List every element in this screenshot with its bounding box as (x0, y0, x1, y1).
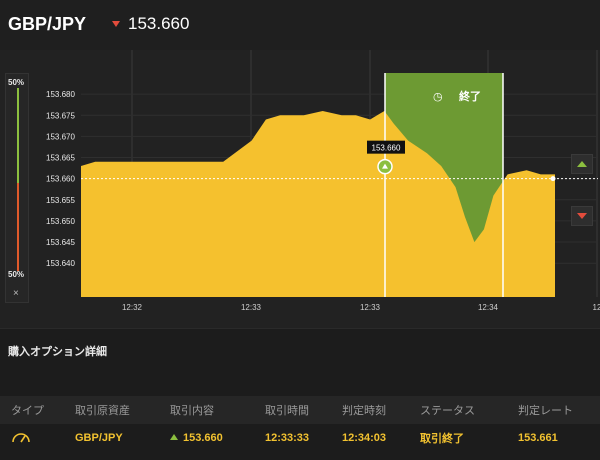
header-bar: GBP/JPY 153.660 (0, 0, 600, 50)
y-axis-labels: 153.680 153.675 153.670 153.665 153.660 153.6… (46, 90, 75, 268)
y-tick-label: 153.670 (46, 132, 75, 141)
section-header: 購入オプション詳細 (0, 328, 600, 368)
table-header-row: タイプ 取引原資産 取引内容 取引時間 判定時刻 ステータス 判定レート (0, 396, 600, 424)
row-status: 取引終了 (420, 433, 464, 445)
table-row[interactable]: GBP/JPY 153.660 12:33:33 12:34:03 取引終了 1… (0, 424, 600, 452)
row-judge-time: 12:34:03 (342, 432, 387, 444)
currency-pair-title: GBP/JPY (8, 14, 87, 34)
row-content: 153.660 (170, 432, 223, 444)
x-axis-labels: 12:32 12:33 12:33 12:34 12 (122, 303, 600, 312)
price-chart: 153.680 153.675 153.670 153.665 153.660 153.6… (46, 50, 600, 312)
x-tick-label: 12 (593, 303, 600, 312)
up-triangle-icon (170, 434, 178, 440)
header-judge-time: 判定時刻 (342, 405, 386, 417)
current-rate: 153.660 (112, 14, 189, 34)
y-tick-label: 153.650 (46, 217, 75, 226)
current-rate-dot (550, 176, 556, 182)
header-trade-time: 取引時間 (265, 405, 309, 417)
option-details-table: タイプ 取引原資産 取引内容 取引時間 判定時刻 ステータス 判定レート GBP… (0, 396, 600, 452)
y-tick-label: 153.665 (46, 154, 75, 163)
y-tick-label: 153.680 (46, 90, 75, 99)
y-tick-label: 153.645 (46, 238, 75, 247)
down-arrow-icon (577, 213, 587, 219)
row-content-value: 153.660 (183, 432, 223, 444)
gauge-icon (11, 430, 31, 447)
header-content: 取引内容 (170, 405, 214, 417)
x-tick-label: 12:33 (241, 303, 262, 312)
row-asset: GBP/JPY (75, 432, 123, 444)
current-rate-value: 153.660 (128, 14, 190, 33)
header-asset: 取引原資産 (75, 405, 130, 417)
y-tick-label: 153.660 (46, 175, 75, 184)
y-tick-label: 153.640 (46, 259, 75, 268)
header-status: ステータス (420, 405, 475, 417)
entry-marker-label: 153.660 (372, 144, 401, 153)
row-trade-time: 12:33:33 (265, 432, 310, 444)
down-triangle-icon (112, 21, 120, 27)
clock-icon: ◷ (433, 91, 443, 103)
header-judge-rate: 判定レート (518, 405, 573, 417)
section-title: 購入オプション詳細 (8, 346, 107, 358)
x-tick-label: 12:34 (478, 303, 499, 312)
buy-up-button[interactable] (571, 154, 593, 174)
option-window-label: 終了 (459, 89, 481, 103)
y-tick-label: 153.655 (46, 196, 75, 205)
x-tick-label: 12:33 (360, 303, 381, 312)
row-judge-rate: 153.661 (518, 432, 558, 444)
up-arrow-icon (577, 161, 587, 167)
x-tick-label: 12:32 (122, 303, 143, 312)
header-type: タイプ (11, 405, 44, 417)
y-tick-label: 153.675 (46, 111, 75, 120)
buy-down-button[interactable] (571, 206, 593, 226)
